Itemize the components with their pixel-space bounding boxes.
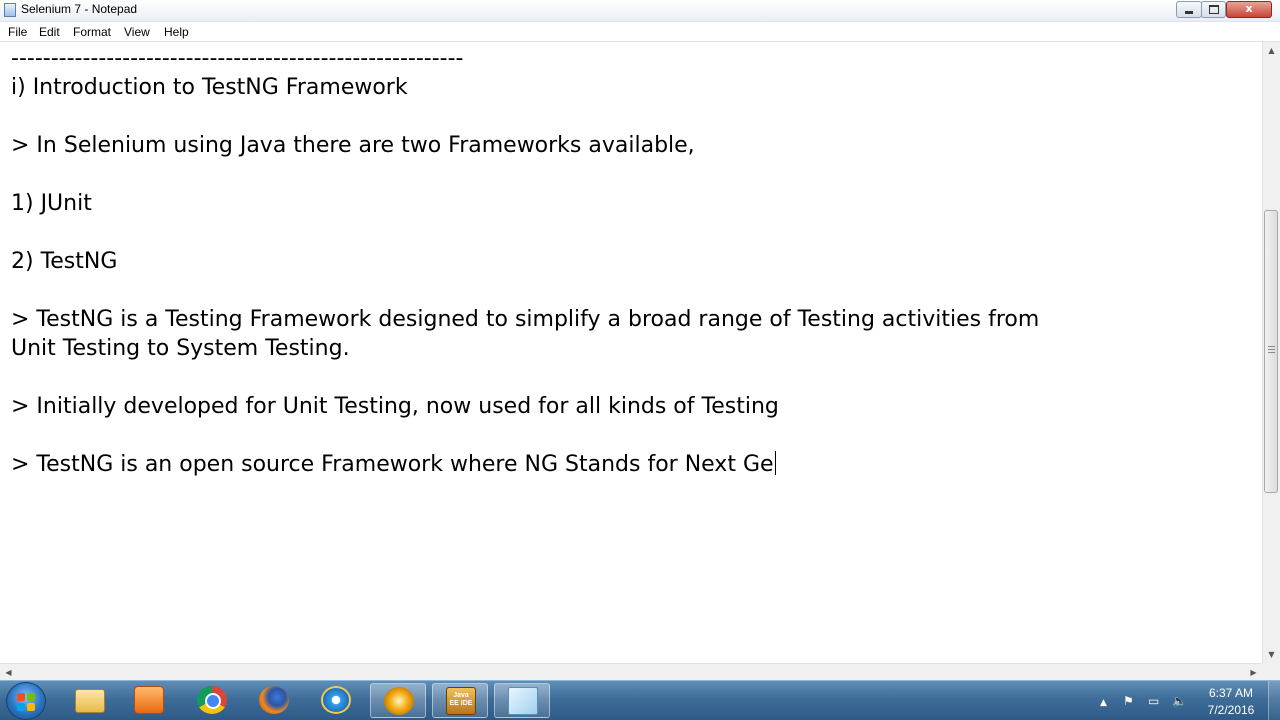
horizontal-scrollbar[interactable]: ◀ ▶ xyxy=(0,663,1262,680)
firefox-icon xyxy=(259,686,289,714)
windows-logo-icon xyxy=(17,693,25,701)
text-caret xyxy=(774,451,776,475)
text-editor-area[interactable]: ----------------------------------------… xyxy=(0,42,1262,663)
start-button[interactable] xyxy=(6,682,46,720)
maximize-icon xyxy=(1208,5,1219,14)
minimize-icon xyxy=(1185,11,1193,14)
editor-line: > TestNG is an open source Framework whe… xyxy=(11,451,776,477)
title-bar[interactable]: Selenium 7 - Notepad x xyxy=(0,0,1280,22)
taskbar-notepad[interactable] xyxy=(494,683,550,718)
editor-line: 1) JUnit xyxy=(11,191,92,216)
clock-date[interactable]: 7/2/2016 xyxy=(1196,703,1266,717)
vertical-scroll-thumb[interactable] xyxy=(1264,210,1278,493)
taskbar-flower-app[interactable] xyxy=(370,683,426,718)
notepad-icon xyxy=(508,687,538,715)
menu-view[interactable]: View xyxy=(124,25,150,39)
screen: Selenium 7 - Notepad x File Edit Format … xyxy=(0,0,1280,720)
editor-line: Unit Testing to System Testing. xyxy=(11,336,350,361)
editor-line: > In Selenium using Java there are two F… xyxy=(11,133,695,158)
taskbar-internet-explorer[interactable] xyxy=(308,683,364,718)
show-desktop-button[interactable] xyxy=(1268,681,1280,720)
grip-line xyxy=(1268,352,1275,353)
chrome-icon xyxy=(197,686,227,714)
editor-line: ----------------------------------------… xyxy=(11,46,464,71)
java-ee-ide-icon: Java EE IDE xyxy=(446,687,476,715)
editor-line: > TestNG is a Testing Framework designed… xyxy=(11,307,1040,332)
maximize-button[interactable] xyxy=(1201,1,1226,18)
close-button[interactable]: x xyxy=(1226,1,1272,18)
java-ee-ide-label: Java EE IDE xyxy=(449,692,473,707)
windows-logo-icon xyxy=(27,703,35,711)
taskbar-media-player[interactable] xyxy=(121,683,177,718)
editor-line: > Initially developed for Unit Testing, … xyxy=(11,394,779,419)
media-player-icon xyxy=(134,686,164,714)
editor-text[interactable]: ----------------------------------------… xyxy=(11,44,1039,479)
size-grip[interactable] xyxy=(1262,663,1280,680)
scroll-up-arrow-icon[interactable]: ▲ xyxy=(1263,42,1280,59)
windows-logo-icon xyxy=(17,703,25,711)
editor-line: i) Introduction to TestNG Framework xyxy=(11,75,408,100)
flower-icon xyxy=(384,687,414,715)
windows-logo-icon xyxy=(27,693,35,701)
taskbar-explorer[interactable] xyxy=(62,683,118,718)
taskbar-chrome[interactable] xyxy=(184,683,240,718)
close-icon: x xyxy=(1245,2,1253,15)
network-icon[interactable]: ▭ xyxy=(1148,694,1159,708)
folder-icon xyxy=(75,689,105,713)
vertical-scrollbar[interactable]: ▲ ▼ xyxy=(1262,42,1280,663)
scroll-right-arrow-icon[interactable]: ▶ xyxy=(1245,664,1262,681)
clock-time[interactable]: 6:37 AM xyxy=(1196,686,1266,700)
action-center-flag-icon[interactable]: ⚑ xyxy=(1123,694,1134,708)
scroll-down-arrow-icon[interactable]: ▼ xyxy=(1263,646,1280,663)
editor-line: 2) TestNG xyxy=(11,249,118,274)
window-title: Selenium 7 - Notepad xyxy=(21,2,138,16)
scroll-left-arrow-icon[interactable]: ◀ xyxy=(0,664,17,681)
taskbar-java-ee-ide[interactable]: Java EE IDE xyxy=(432,683,488,718)
taskbar: Java EE IDE ▲ ⚑ ▭ 🔈 6:37 AM 7/2/2016 xyxy=(0,680,1280,720)
grip-line xyxy=(1268,346,1275,347)
menu-format[interactable]: Format xyxy=(73,25,111,39)
grip-line xyxy=(1268,349,1275,350)
volume-icon[interactable]: 🔈 xyxy=(1172,694,1187,708)
menu-edit[interactable]: Edit xyxy=(39,25,60,39)
minimize-button[interactable] xyxy=(1176,1,1202,18)
show-hidden-icons-icon[interactable]: ▲ xyxy=(1100,696,1107,710)
notepad-app-icon[interactable] xyxy=(4,3,16,17)
ie-icon xyxy=(321,686,351,714)
menu-help[interactable]: Help xyxy=(164,25,189,39)
taskbar-firefox[interactable] xyxy=(246,683,302,718)
menu-bar: File Edit Format View Help xyxy=(0,22,1280,42)
menu-file[interactable]: File xyxy=(8,25,27,39)
